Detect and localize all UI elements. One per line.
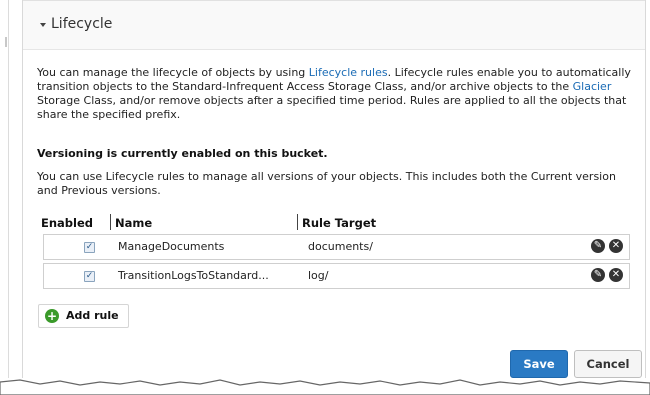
rule-name: TransitionLogsToStandard... (118, 269, 269, 282)
add-rule-label: Add rule (66, 309, 119, 322)
glacier-link[interactable]: Glacier (573, 80, 612, 93)
rule-name: ManageDocuments (118, 240, 225, 253)
intro-paragraph: You can manage the lifecycle of objects … (37, 66, 637, 122)
page-edge-marker (5, 37, 7, 47)
enabled-checkbox[interactable]: ✓ (84, 242, 95, 253)
col-header-name: Name (115, 216, 153, 230)
table-row[interactable]: ✓ TransitionLogsToStandard... log/ ✎ ✕ (43, 263, 630, 289)
versioning-description: You can use Lifecycle rules to manage al… (37, 170, 616, 197)
rule-target: log/ (308, 269, 329, 282)
plus-icon: + (45, 309, 59, 323)
versioning-status: Versioning is currently enabled on this … (37, 147, 328, 160)
intro-text-c: Storage Class, and/or remove objects aft… (37, 94, 627, 121)
save-button[interactable]: Save (510, 350, 568, 378)
lifecycle-panel: Lifecycle You can manage the lifecycle o… (22, 0, 646, 378)
lifecycle-rules-link[interactable]: Lifecycle rules (309, 66, 388, 79)
col-separator (110, 214, 111, 230)
caret-down-icon[interactable] (40, 23, 46, 27)
torn-edge (0, 379, 650, 395)
pencil-icon[interactable]: ✎ (591, 239, 605, 253)
col-separator (297, 214, 298, 230)
enabled-checkbox[interactable]: ✓ (84, 271, 95, 282)
lifecycle-section-header[interactable]: Lifecycle (23, 0, 645, 50)
delete-icon[interactable]: ✕ (609, 268, 623, 282)
rule-target: documents/ (308, 240, 373, 253)
table-row[interactable]: ✓ ManageDocuments documents/ ✎ ✕ (43, 234, 630, 260)
section-title: Lifecycle (51, 16, 113, 32)
col-header-rule-target: Rule Target (302, 216, 377, 230)
pencil-icon[interactable]: ✎ (591, 268, 605, 282)
delete-icon[interactable]: ✕ (609, 239, 623, 253)
cancel-button[interactable]: Cancel (574, 350, 642, 378)
page-edge-divider (8, 0, 9, 378)
add-rule-button[interactable]: + Add rule (38, 304, 129, 328)
col-header-enabled: Enabled (41, 216, 94, 230)
intro-text-a: You can manage the lifecycle of objects … (37, 66, 309, 79)
